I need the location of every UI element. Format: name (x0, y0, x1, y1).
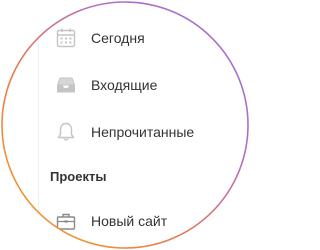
sidebar-item-label: Сегодня (91, 30, 145, 46)
project-item-label: Новый сайт (91, 213, 168, 229)
sidebar-item-unread[interactable]: Непрочитанные (52, 118, 222, 146)
sidebar-item-today[interactable]: Сегодня (52, 24, 222, 52)
inbox-tray-icon (52, 71, 80, 99)
sidebar-item-label: Непрочитанные (91, 124, 195, 140)
zoom-magnifier: Сегодня Входящие Непрочитанные Проекты Н… (0, 0, 250, 250)
bell-icon (52, 118, 80, 146)
sidebar-item-inbox[interactable]: Входящие (52, 71, 222, 99)
projects-heading: Проекты (50, 169, 107, 184)
briefcase-icon (52, 207, 80, 235)
sidebar-guide-line (38, 0, 39, 250)
project-item-new-site[interactable]: Новый сайт (52, 207, 222, 235)
sidebar-item-label: Входящие (91, 77, 158, 93)
calendar-icon (52, 24, 80, 52)
